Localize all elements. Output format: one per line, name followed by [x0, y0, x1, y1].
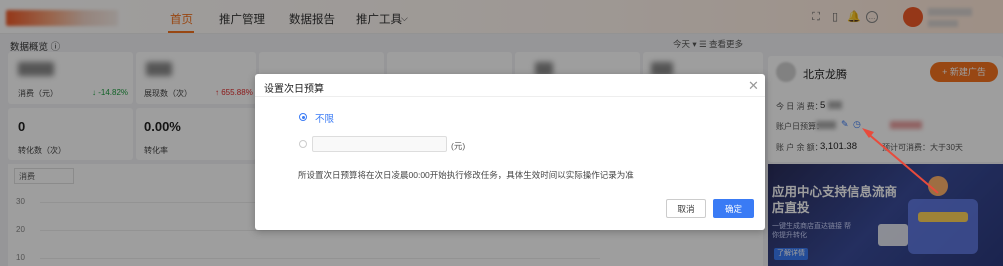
- annotation-arrow-icon: [862, 128, 939, 194]
